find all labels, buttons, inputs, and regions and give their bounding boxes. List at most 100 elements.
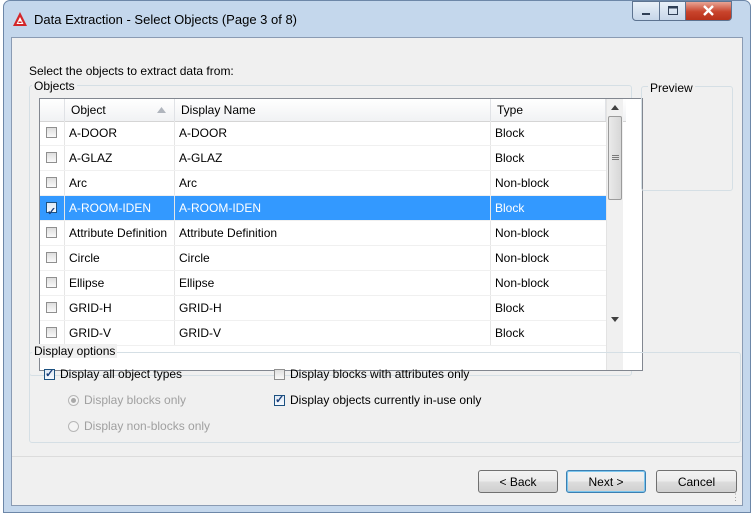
row-checkbox[interactable] [46, 227, 57, 238]
table-row[interactable]: Ellipse Ellipse Non-block [40, 271, 606, 296]
non-blocks-only-label: Display non-blocks only [84, 419, 211, 433]
all-types-label: Display all object types [60, 367, 183, 381]
row-display-name[interactable]: Circle [175, 246, 491, 270]
column-type-label: Type [497, 103, 524, 117]
row-checkbox-cell[interactable] [40, 121, 65, 145]
row-checkbox-cell[interactable] [40, 296, 65, 320]
scroll-thumb[interactable] [608, 116, 622, 200]
title-bar[interactable]: Data Extraction - Select Objects (Page 3… [4, 1, 750, 37]
sort-ascending-icon [157, 107, 166, 113]
row-type: Non-block [495, 176, 550, 190]
column-object[interactable]: Object [65, 99, 175, 121]
row-display-name[interactable]: GRID-V [175, 321, 491, 345]
row-display-name[interactable]: A-DOOR [175, 121, 491, 145]
row-object: A-GLAZ [65, 146, 175, 170]
column-object-label: Object [71, 103, 106, 117]
row-object: Attribute Definition [65, 221, 175, 245]
row-object: A-DOOR [65, 121, 175, 145]
table-row[interactable]: Arc Arc Non-block [40, 171, 606, 196]
maximize-icon [668, 6, 678, 15]
row-display-name[interactable]: A-GLAZ [175, 146, 491, 170]
row-checkbox-cell[interactable] [40, 196, 65, 220]
column-display-name-label: Display Name [181, 103, 256, 117]
row-type: Non-block [495, 226, 550, 240]
minimize-icon [642, 13, 650, 15]
in-use-only-checkbox-box[interactable] [274, 393, 285, 406]
row-display-name[interactable]: Attribute Definition [175, 221, 491, 245]
close-button[interactable] [685, 1, 732, 21]
row-display-name[interactable]: Arc [175, 171, 491, 195]
row-type: Non-block [495, 251, 550, 265]
resize-grip-icon[interactable]: ⋮ [731, 492, 740, 503]
list-header: Object Display Name Type [40, 99, 626, 122]
row-object: Arc [65, 171, 175, 195]
non-blocks-only-radio-dot [68, 421, 79, 432]
row-checkbox[interactable] [46, 152, 57, 163]
dialog-window: Data Extraction - Select Objects (Page 3… [3, 0, 751, 513]
in-use-only-label: Display objects currently in-use only [290, 393, 482, 407]
preview-groupbox [641, 86, 733, 191]
table-row[interactable]: A-GLAZ A-GLAZ Block [40, 146, 606, 171]
header-checkbox-column[interactable] [40, 99, 65, 121]
row-checkbox[interactable] [46, 327, 57, 338]
row-display-name[interactable]: GRID-H [175, 296, 491, 320]
row-checkbox[interactable] [46, 277, 57, 288]
attrs-only-checkbox-box[interactable] [274, 369, 285, 380]
row-checkbox[interactable] [46, 200, 57, 220]
row-object: A-ROOM-IDEN [65, 196, 175, 220]
row-object: Ellipse [65, 271, 175, 295]
minimize-button[interactable] [632, 1, 660, 21]
row-checkbox[interactable] [46, 177, 57, 188]
next-button[interactable]: Next > [566, 470, 646, 493]
vertical-scrollbar[interactable] [606, 99, 623, 370]
row-checkbox[interactable] [46, 302, 57, 313]
preview-legend: Preview [648, 81, 695, 95]
row-checkbox[interactable] [46, 252, 57, 263]
objects-legend: Objects [32, 79, 77, 93]
objects-list[interactable]: Object Display Name Type A-DOOR A-DOOR Blo… [39, 98, 643, 371]
table-row[interactable]: Attribute Definition Attribute Definition… [40, 221, 606, 246]
row-object: GRID-H [65, 296, 175, 320]
back-button[interactable]: < Back [478, 470, 558, 493]
row-type: Block [495, 201, 525, 215]
table-row[interactable]: A-ROOM-IDENA-ROOM-IDEN Block [40, 196, 606, 221]
row-checkbox-cell[interactable] [40, 321, 65, 345]
row-type: Block [495, 126, 525, 140]
attrs-only-label: Display blocks with attributes only [290, 367, 470, 381]
window-title: Data Extraction - Select Objects (Page 3… [34, 12, 298, 27]
row-checkbox[interactable] [46, 127, 57, 138]
row-type: Block [495, 301, 525, 315]
row-checkbox-cell[interactable] [40, 146, 65, 170]
autocad-icon [13, 12, 27, 26]
footer-separator [12, 456, 742, 457]
row-checkbox-cell[interactable] [40, 171, 65, 195]
table-row[interactable]: Circle Circle Non-block [40, 246, 606, 271]
row-object: GRID-V [65, 321, 175, 345]
cancel-button[interactable]: Cancel [656, 470, 737, 493]
row-type: Block [495, 326, 525, 340]
close-icon [703, 5, 714, 16]
scroll-grip-icon [612, 155, 619, 160]
all-types-checkbox-box[interactable] [44, 367, 55, 380]
table-row[interactable]: GRID-H GRID-H Block [40, 296, 606, 321]
row-checkbox-cell[interactable] [40, 221, 65, 245]
row-checkbox-cell[interactable] [40, 246, 65, 270]
row-display-name[interactable]: A-ROOM-IDEN [175, 196, 491, 220]
scroll-up-icon[interactable] [611, 105, 619, 110]
row-checkbox-cell[interactable] [40, 271, 65, 295]
instruction-label: Select the objects to extract data from: [29, 64, 234, 78]
scroll-down-icon[interactable] [611, 317, 619, 322]
dialog-client: Select the objects to extract data from:… [11, 37, 743, 506]
row-display-name[interactable]: Ellipse [175, 271, 491, 295]
display-options-legend: Display options [32, 344, 118, 358]
column-type[interactable]: Type [491, 99, 606, 121]
column-display-name[interactable]: Display Name [175, 99, 491, 121]
blocks-only-radio-dot [68, 395, 79, 406]
maximize-button[interactable] [659, 1, 686, 21]
table-row[interactable]: GRID-V GRID-V Block [40, 321, 606, 346]
row-type: Non-block [495, 276, 550, 290]
table-row[interactable]: A-DOOR A-DOOR Block [40, 121, 606, 146]
blocks-only-label: Display blocks only [84, 393, 187, 407]
row-type: Block [495, 151, 525, 165]
row-object: Circle [65, 246, 175, 270]
